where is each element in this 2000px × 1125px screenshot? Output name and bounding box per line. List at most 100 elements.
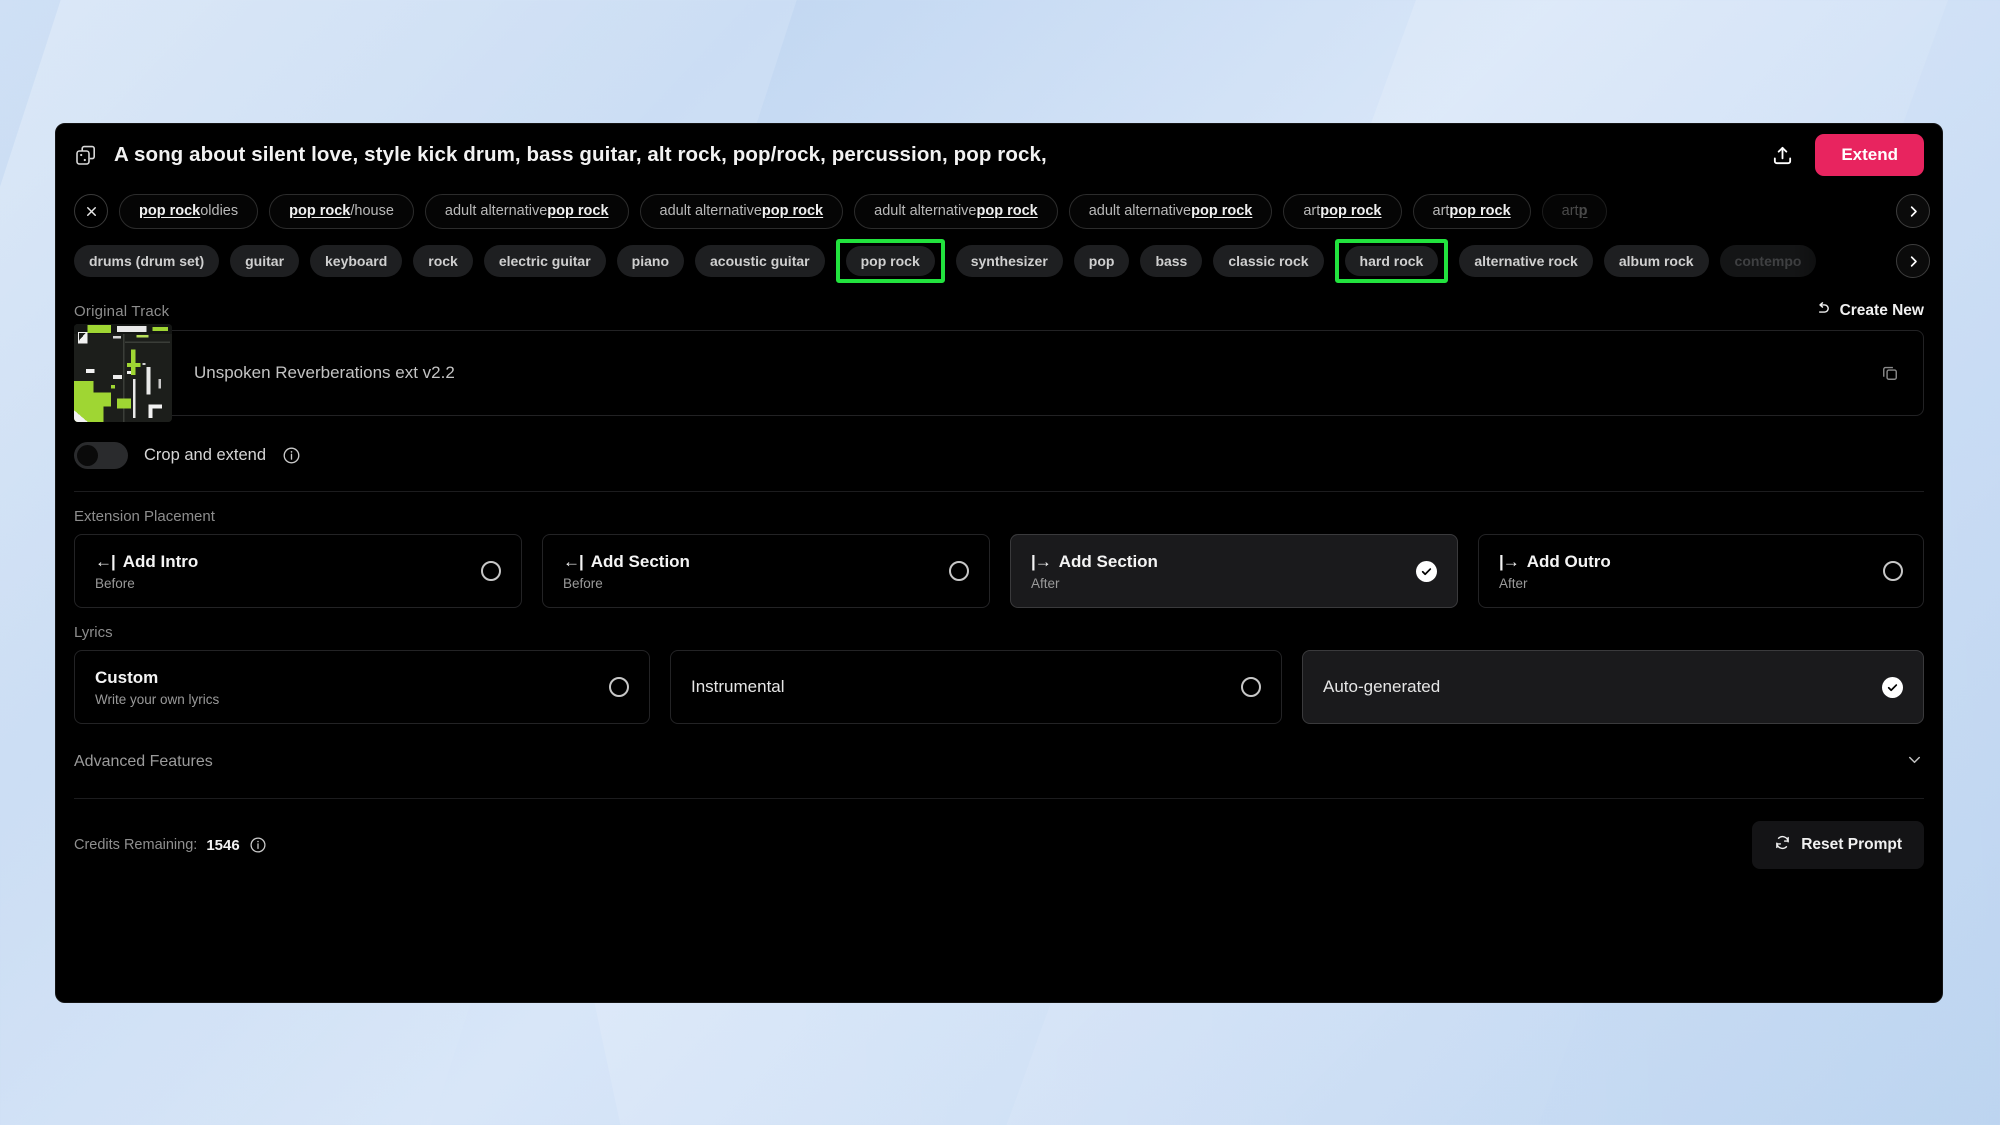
panel-footer: Credits Remaining: 1546 Reset Prompt bbox=[56, 799, 1942, 869]
arrow-from-start-icon: |→ bbox=[1499, 551, 1520, 571]
lyrics-options: Custom Write your own lyrics Instrumental A… bbox=[56, 650, 1942, 724]
album-art-thumbnail bbox=[74, 324, 172, 422]
placement-option-title: |→ Add Section bbox=[1031, 552, 1416, 572]
style-chip-keyword: pop rock bbox=[289, 203, 351, 219]
placement-option-sub: After bbox=[1499, 575, 1528, 591]
genre-chip-list: drums (drum set) guitar keyboard rock electr… bbox=[74, 239, 1817, 283]
genre-chip[interactable]: rock bbox=[413, 245, 473, 277]
copy-icon[interactable] bbox=[1875, 358, 1905, 388]
style-row-next-button[interactable] bbox=[1896, 194, 1930, 228]
genre-chip-highlight: pop rock bbox=[835, 239, 945, 283]
style-chip[interactable]: art p bbox=[1541, 193, 1608, 229]
original-track-header: Original Track Create New bbox=[56, 286, 1942, 330]
dice-icon[interactable] bbox=[74, 143, 98, 167]
genre-chip[interactable]: electric guitar bbox=[483, 245, 606, 277]
radio-unselected-icon[interactable] bbox=[949, 561, 969, 581]
lyrics-option-card[interactable]: Instrumental bbox=[670, 650, 1282, 724]
style-chip[interactable]: pop rock/house bbox=[269, 193, 414, 229]
style-chip[interactable]: pop rock oldies bbox=[119, 193, 259, 229]
credits-value: 1546 bbox=[206, 836, 240, 854]
clear-tags-button[interactable] bbox=[74, 194, 108, 228]
genre-chip[interactable]: guitar bbox=[230, 245, 300, 277]
radio-unselected-icon[interactable] bbox=[1883, 561, 1903, 581]
placement-option-card[interactable]: |→ Add Outro After bbox=[1478, 534, 1924, 608]
style-chip-suffix: oldies bbox=[200, 203, 239, 219]
style-chip[interactable]: adult alternative pop rock bbox=[424, 193, 629, 229]
style-chip[interactable]: art pop rock bbox=[1283, 193, 1402, 229]
upload-icon[interactable] bbox=[1765, 138, 1799, 172]
radio-selected-icon[interactable] bbox=[1882, 676, 1903, 698]
info-icon[interactable] bbox=[282, 446, 301, 465]
placement-option-card[interactable]: ←| Add Intro Before bbox=[74, 534, 522, 608]
arrow-to-start-icon: ←| bbox=[563, 551, 584, 571]
genre-row-next-button[interactable] bbox=[1896, 244, 1930, 278]
crop-extend-toggle[interactable] bbox=[74, 442, 128, 469]
placement-option-texts: |→ Add Outro After bbox=[1499, 552, 1883, 591]
header-right-group: Extend bbox=[1765, 134, 1924, 176]
placement-option-card[interactable]: |→ Add Section After bbox=[1010, 534, 1458, 608]
style-tag-row: pop rock oldies pop rock/house adult alter… bbox=[56, 186, 1942, 236]
refresh-icon bbox=[1774, 834, 1791, 856]
style-chip-keyword: pop rock bbox=[1449, 203, 1511, 219]
placement-option-card[interactable]: ←| Add Section Before bbox=[542, 534, 990, 608]
placement-option-texts: |→ Add Section After bbox=[1031, 552, 1416, 591]
genre-chip[interactable]: alternative rock bbox=[1459, 245, 1593, 277]
advanced-features-row[interactable]: Advanced Features bbox=[56, 724, 1942, 798]
radio-unselected-icon[interactable] bbox=[481, 561, 501, 581]
placement-option-label: Add Intro bbox=[122, 551, 199, 571]
radio-selected-icon[interactable] bbox=[1416, 560, 1437, 582]
style-chip-list: pop rock oldies pop rock/house adult alter… bbox=[119, 193, 1608, 229]
style-chip-keyword: pop rock bbox=[547, 203, 609, 219]
undo-arrow-icon bbox=[1814, 300, 1831, 322]
genre-chip[interactable]: synthesizer bbox=[955, 245, 1063, 277]
genre-chip[interactable]: hard rock bbox=[1344, 246, 1439, 276]
genre-chip[interactable]: classic rock bbox=[1213, 245, 1324, 277]
style-chip[interactable]: adult alternative pop rock bbox=[1068, 193, 1273, 229]
style-chip-prefix: adult alternative bbox=[659, 203, 762, 219]
info-icon[interactable] bbox=[249, 836, 268, 855]
genre-chip[interactable]: pop bbox=[1073, 245, 1130, 277]
original-track-label: Original Track bbox=[74, 302, 170, 320]
genre-chip[interactable]: piano bbox=[616, 245, 685, 277]
style-chip-prefix: adult alternative bbox=[444, 203, 548, 219]
lyrics-option-card[interactable]: Custom Write your own lyrics bbox=[74, 650, 650, 724]
style-chip[interactable]: adult alternative pop rock bbox=[639, 193, 844, 229]
style-chip[interactable]: adult alternative pop rock bbox=[854, 193, 1058, 229]
placement-option-sub: Before bbox=[95, 575, 135, 591]
genre-chip[interactable]: album rock bbox=[1603, 245, 1709, 277]
reset-prompt-label: Reset Prompt bbox=[1801, 836, 1902, 853]
chevron-down-icon[interactable] bbox=[1905, 750, 1924, 774]
genre-chip[interactable]: drums (drum set) bbox=[74, 245, 220, 277]
arrow-to-start-icon: ←| bbox=[95, 551, 116, 571]
genre-chip[interactable]: contempo bbox=[1719, 245, 1817, 277]
create-new-button[interactable]: Create New bbox=[1814, 300, 1924, 322]
style-chip-prefix: art bbox=[1432, 203, 1450, 219]
extend-button[interactable]: Extend bbox=[1815, 134, 1924, 176]
style-chip-prefix: art bbox=[1303, 203, 1321, 219]
lyrics-option-title: Custom bbox=[95, 667, 159, 687]
create-new-label: Create New bbox=[1839, 302, 1924, 319]
placement-option-sub: After bbox=[1031, 575, 1060, 591]
genre-chip[interactable]: bass bbox=[1140, 245, 1203, 277]
style-chip[interactable]: art pop rock bbox=[1412, 193, 1531, 229]
placement-option-title: |→ Add Outro bbox=[1499, 552, 1883, 572]
prompt-text[interactable]: A song about silent love, style kick dru… bbox=[114, 143, 1047, 167]
style-chip-keyword: pop rock bbox=[1191, 203, 1253, 219]
style-chip-keyword: p bbox=[1578, 203, 1588, 219]
genre-chip[interactable]: pop rock bbox=[845, 246, 935, 276]
song-extend-panel: A song about silent love, style kick dru… bbox=[55, 123, 1943, 1003]
extension-placement-label: Extension Placement bbox=[74, 508, 215, 525]
radio-unselected-icon[interactable] bbox=[1241, 677, 1261, 697]
radio-unselected-icon[interactable] bbox=[609, 677, 629, 697]
lyrics-option-card[interactable]: Auto-generated bbox=[1302, 650, 1924, 724]
placement-option-texts: ←| Add Section Before bbox=[563, 552, 949, 591]
reset-prompt-button[interactable]: Reset Prompt bbox=[1752, 821, 1924, 869]
genre-chip[interactable]: keyboard bbox=[310, 245, 403, 277]
style-chip-prefix: adult alternative bbox=[1088, 203, 1192, 219]
lyrics-option-title: Auto-generated bbox=[1323, 677, 1441, 696]
original-track-card[interactable]: Unspoken Reverberations ext v2.2 bbox=[74, 324, 1924, 422]
crop-extend-row: Crop and extend bbox=[56, 416, 1942, 491]
credits-label: Credits Remaining: bbox=[74, 837, 198, 853]
style-chip-keyword: pop rock bbox=[139, 203, 201, 219]
genre-chip[interactable]: acoustic guitar bbox=[695, 245, 825, 277]
